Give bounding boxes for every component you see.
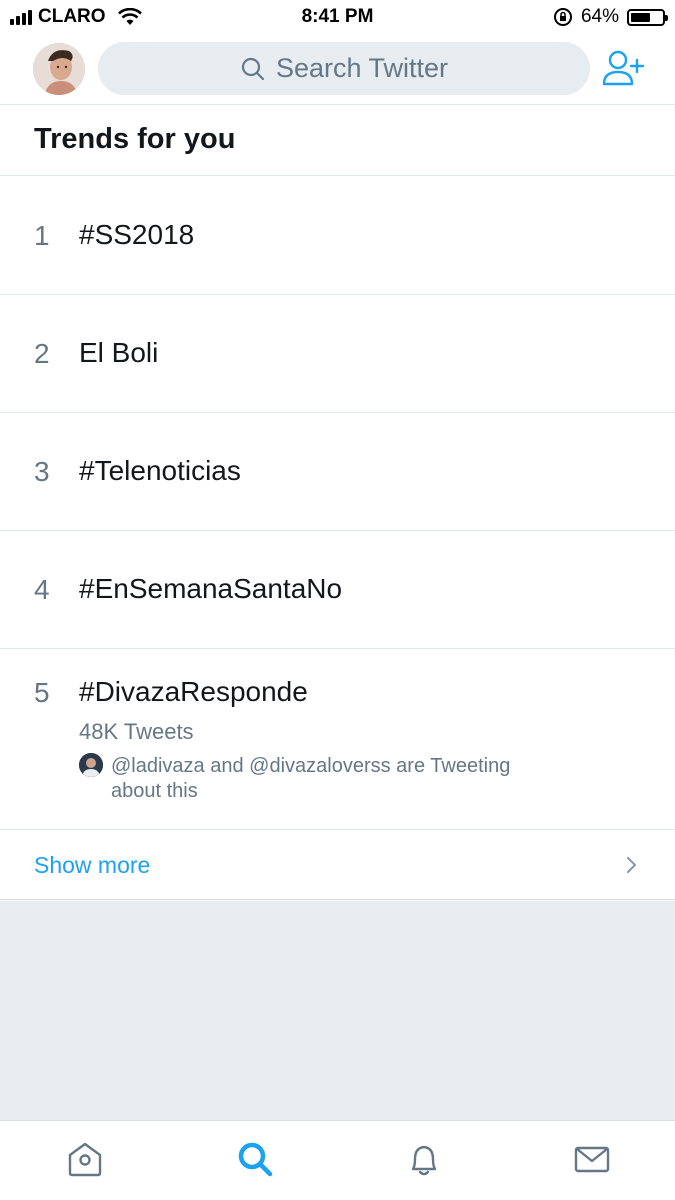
status-right: 64%	[553, 6, 668, 28]
notifications-icon[interactable]	[404, 1139, 444, 1179]
avatar-image	[33, 43, 85, 95]
trend-item[interactable]: 3 #Telenoticias	[0, 413, 675, 531]
home-icon[interactable]	[65, 1139, 105, 1179]
messages-icon[interactable]	[572, 1139, 612, 1179]
trend-rank: 2	[34, 338, 50, 369]
trend-item[interactable]: 5 #DivazaResponde 48K Tweets @ladivaza a…	[0, 649, 675, 830]
search-input[interactable]: Search Twitter	[98, 42, 590, 95]
empty-area	[0, 901, 675, 1120]
trend-context-text-cont: about this	[111, 780, 198, 802]
trend-tweet-count: 48K Tweets	[79, 719, 194, 744]
trend-item[interactable]: 1 #SS2018	[0, 177, 675, 295]
trend-rank: 5	[34, 677, 50, 708]
trend-name: El Boli	[79, 337, 159, 368]
battery-icon	[627, 8, 668, 26]
battery-percent: 64%	[580, 6, 619, 27]
orientation-lock-icon	[553, 8, 572, 26]
search-placeholder: Search Twitter	[275, 53, 449, 83]
context-avatar	[79, 753, 103, 777]
trend-list: 1 #SS2018 2 El Boli 3 #Telenoticias 4 #E…	[0, 177, 675, 830]
profile-avatar[interactable]	[33, 43, 85, 95]
trend-name: #DivazaResponde	[79, 676, 308, 707]
tab-bar	[0, 1120, 675, 1200]
trend-rank: 1	[34, 220, 50, 251]
trend-rank: 3	[34, 456, 50, 487]
trend-rank: 4	[34, 574, 50, 605]
trend-context-text: @ladivaza and @divazaloverss are Tweetin…	[111, 755, 511, 777]
header: Search Twitter	[0, 34, 675, 105]
status-bar: CLARO 8:41 PM 64%	[0, 0, 675, 34]
add-user-icon[interactable]	[601, 48, 645, 88]
trend-context: @ladivaza and @divazaloverss are Tweetin…	[79, 753, 559, 804]
trend-name: #EnSemanaSantaNo	[79, 573, 343, 604]
trend-name: #Telenoticias	[79, 455, 241, 486]
trend-name: #SS2018	[79, 219, 195, 250]
trend-item[interactable]: 4 #EnSemanaSantaNo	[0, 531, 675, 649]
search-icon	[241, 57, 265, 80]
chevron-right-icon	[627, 857, 636, 873]
section-title: Trends for you	[0, 105, 675, 176]
trend-item[interactable]: 2 El Boli	[0, 295, 675, 413]
show-more-label: Show more	[34, 852, 151, 878]
search-icon[interactable]	[235, 1139, 275, 1179]
trend-context-line: @ladivaza and @divazaloverss are Tweetin…	[79, 753, 559, 779]
show-more-button[interactable]: Show more	[0, 830, 675, 900]
